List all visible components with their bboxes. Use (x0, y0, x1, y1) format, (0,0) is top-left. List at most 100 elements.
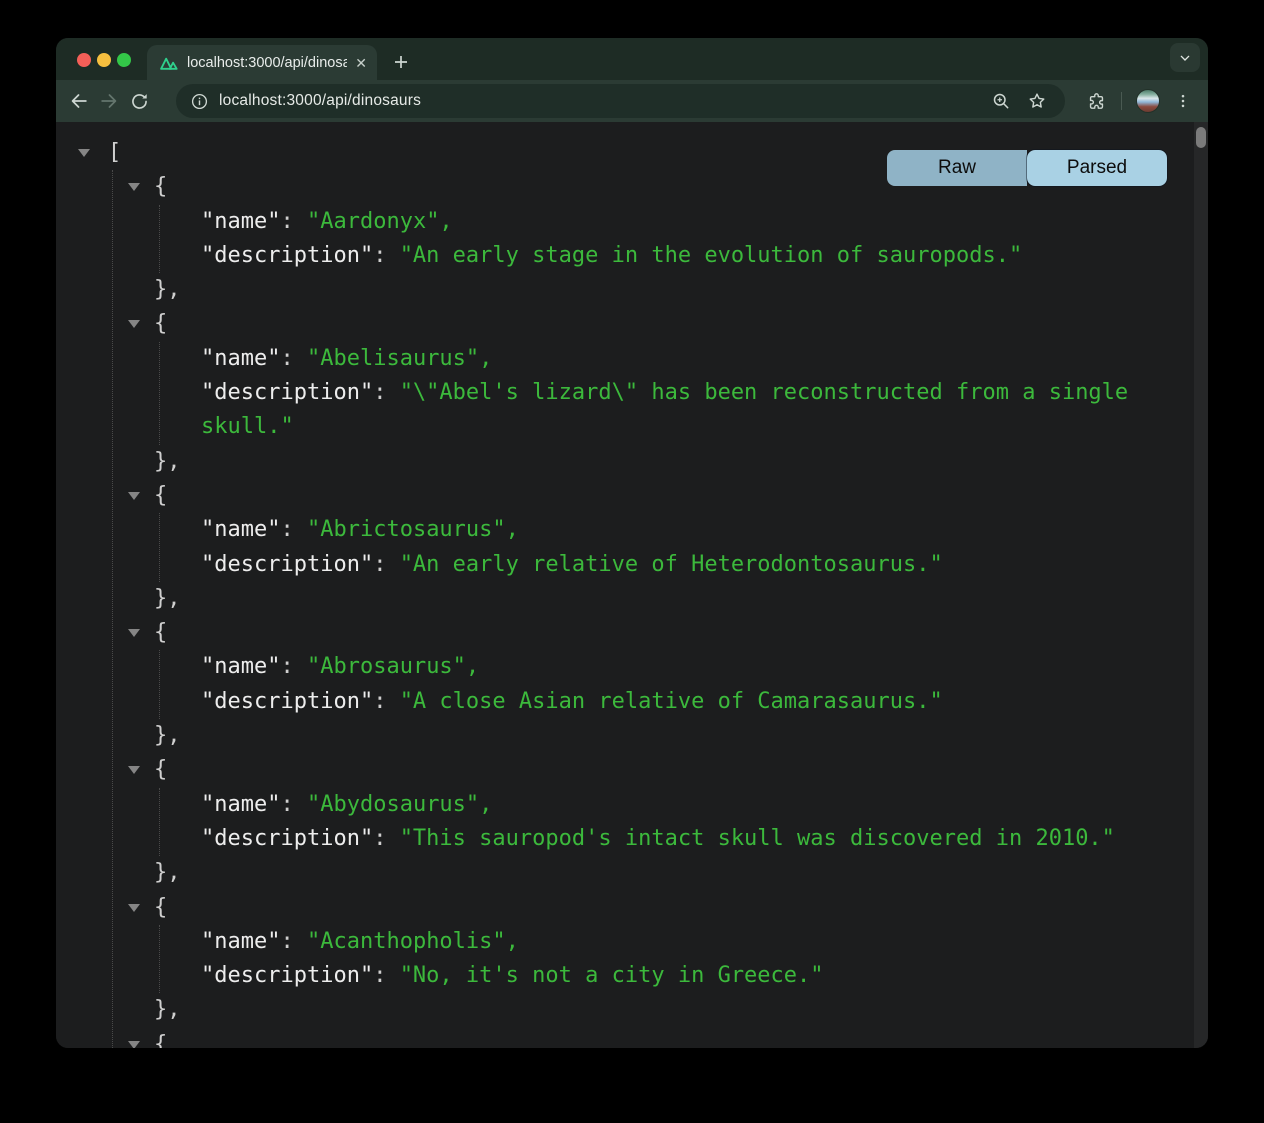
close-brace: }, (154, 860, 181, 885)
json-object-properties: "name": "Acanthopholis", "description": "… (159, 925, 1165, 994)
json-property-row: "description": "This sauropod's intact s… (201, 822, 1165, 856)
json-object-close-row: }, (113, 582, 1165, 616)
tab-strip: localhost:3000/api/dinosaurs ✕ (56, 38, 1208, 80)
site-info-icon[interactable] (190, 92, 209, 111)
close-brace: }, (154, 997, 181, 1022)
close-brace: }, (154, 723, 181, 748)
json-string-value: "Acanthopholis", (307, 929, 519, 954)
forward-button[interactable] (94, 86, 124, 116)
json-view-toggle: Raw Parsed (887, 150, 1167, 186)
collapse-triangle-icon[interactable] (78, 149, 90, 157)
vertical-scrollbar[interactable] (1194, 122, 1208, 1048)
json-tree: [ {"name": "Aardonyx","description": "An… (56, 122, 1208, 1048)
scrollbar-thumb[interactable] (1196, 127, 1206, 148)
json-key: "name" (201, 654, 280, 679)
json-string-value: "No, it's not a city in Greece." (400, 963, 824, 988)
key-value-separator: : (280, 792, 307, 817)
toolbar: localhost:3000/api/dinosaurs (56, 80, 1208, 122)
profile-avatar[interactable] (1136, 89, 1160, 113)
reload-button[interactable] (124, 86, 154, 116)
browser-tab[interactable]: localhost:3000/api/dinosaurs ✕ (147, 45, 377, 80)
extensions-puzzle-icon[interactable] (1086, 91, 1107, 112)
minimize-window-button[interactable] (97, 53, 111, 67)
json-object-properties: "name": "Abrictosaurus", "description": "… (159, 513, 1165, 582)
collapse-triangle-icon[interactable] (128, 183, 140, 191)
open-brace: { (154, 1032, 167, 1048)
close-brace: }, (154, 277, 181, 302)
json-property-row: "name": "Acanthopholis", (201, 925, 1165, 959)
json-object-open-row: { (113, 753, 1165, 787)
json-key: "description" (201, 552, 373, 577)
json-key: "name" (201, 517, 280, 542)
json-object-close-row: }, (113, 719, 1165, 753)
collapse-triangle-icon[interactable] (128, 629, 140, 637)
json-string-value: "Aardonyx", (307, 209, 453, 234)
json-object-open-row: { (113, 891, 1165, 925)
json-property-row: "name": "Abelisaurus", (201, 342, 1165, 376)
json-string-value: "Abydosaurus", (307, 792, 492, 817)
key-value-separator: : (280, 929, 307, 954)
tab-close-icon[interactable]: ✕ (355, 56, 367, 70)
json-tree-children: {"name": "Aardonyx","description": "An e… (112, 170, 1165, 1048)
new-tab-button[interactable] (386, 47, 416, 77)
parsed-view-button[interactable]: Parsed (1027, 150, 1167, 186)
open-brace: { (154, 757, 167, 782)
page-content: Raw Parsed [ {"name": "Aardonyx","descri… (56, 122, 1208, 1048)
back-button[interactable] (64, 86, 94, 116)
json-object-open-row: { (113, 307, 1165, 341)
key-value-separator: : (280, 346, 307, 371)
zoom-window-button[interactable] (117, 53, 131, 67)
json-object-close-row: }, (113, 445, 1165, 479)
json-object-open-row-partial: { (113, 1028, 1165, 1048)
json-object-open-row: { (113, 616, 1165, 650)
json-key: "name" (201, 929, 280, 954)
json-object-properties: "name": "Aardonyx","description": "An ea… (159, 205, 1165, 274)
close-brace: }, (154, 449, 181, 474)
json-string-value: "Abrictosaurus", (307, 517, 519, 542)
collapse-triangle-icon[interactable] (128, 766, 140, 774)
json-object-properties: "name": "Abydosaurus", "description": "Th… (159, 788, 1165, 857)
json-object-properties: "name": "Abelisaurus","description": "\"… (159, 342, 1165, 445)
json-key: "description" (201, 243, 373, 268)
traffic-lights (77, 53, 131, 67)
json-string-value: "An early relative of Heterodontosaurus.… (400, 552, 943, 577)
key-value-separator: : (373, 243, 400, 268)
address-bar[interactable]: localhost:3000/api/dinosaurs (176, 84, 1065, 118)
open-brace: { (154, 311, 167, 336)
key-value-separator: : (373, 689, 400, 714)
json-property-row: "description": "A close Asian relative o… (201, 685, 1165, 719)
json-key: "name" (201, 792, 280, 817)
tab-search-chevron-button[interactable] (1170, 43, 1200, 72)
json-key: "description" (201, 963, 373, 988)
json-key: "description" (201, 689, 373, 714)
collapse-triangle-icon[interactable] (128, 1041, 140, 1048)
kebab-menu-icon[interactable] (1174, 92, 1192, 110)
json-property-row: "name": "Aardonyx", (201, 205, 1165, 239)
collapse-triangle-icon[interactable] (128, 492, 140, 500)
bookmark-star-icon[interactable] (1027, 91, 1047, 111)
tab-title: localhost:3000/api/dinosaurs (187, 55, 347, 71)
json-object-close-row: }, (113, 993, 1165, 1027)
site-favicon-mountain-icon (159, 54, 179, 72)
json-string-value: "An early stage in the evolution of saur… (400, 243, 1023, 268)
json-key: "description" (201, 380, 373, 405)
collapse-triangle-icon[interactable] (128, 904, 140, 912)
close-window-button[interactable] (77, 53, 91, 67)
json-key: "name" (201, 209, 280, 234)
key-value-separator: : (280, 517, 307, 542)
key-value-separator: : (280, 209, 307, 234)
key-value-separator: : (373, 380, 400, 405)
collapse-triangle-icon[interactable] (128, 320, 140, 328)
toolbar-separator (1121, 92, 1122, 110)
json-object-properties: "name": "Abrosaurus","description": "A c… (159, 650, 1165, 719)
url-text: localhost:3000/api/dinosaurs (219, 92, 991, 110)
raw-view-button[interactable]: Raw (887, 150, 1027, 186)
json-string-value: "Abelisaurus", (307, 346, 492, 371)
json-object-close-row: }, (113, 856, 1165, 890)
key-value-separator: : (280, 654, 307, 679)
close-brace: }, (154, 586, 181, 611)
json-property-row: "name": "Abrictosaurus", (201, 513, 1165, 547)
json-property-row: "description": "An early stage in the ev… (201, 239, 1165, 273)
key-value-separator: : (373, 552, 400, 577)
zoom-magnifier-icon[interactable] (991, 91, 1011, 111)
